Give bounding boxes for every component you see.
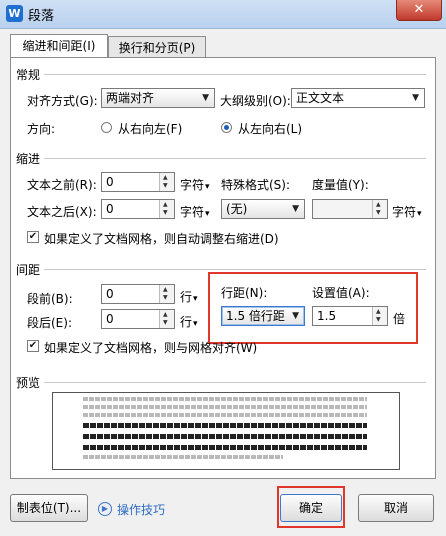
setting-value-unit: 倍 xyxy=(393,312,406,326)
spin-down-icon[interactable]: ▼ xyxy=(376,317,381,323)
special-format-label: 特殊格式(S): xyxy=(221,178,291,192)
outline-level-select[interactable]: 正文文本 ▼ xyxy=(291,88,425,108)
indent-before-value: 0 xyxy=(106,175,114,189)
dropdown-arrow-icon: ▼ xyxy=(412,93,419,103)
line-spacing-label: 行距(N): xyxy=(221,286,268,300)
snap-grid-label[interactable]: 如果定义了文档网格，则与网格对齐(W) xyxy=(44,339,257,356)
spin-up-icon[interactable]: ▲ xyxy=(163,202,168,208)
spin-down-icon[interactable]: ▼ xyxy=(376,210,381,216)
dropdown-arrow-icon: ▼ xyxy=(292,204,299,214)
outline-level-label: 大纲级别(O): xyxy=(220,94,291,108)
space-after-value: 0 xyxy=(106,312,114,326)
preview-prev-paragraph xyxy=(83,405,367,409)
section-general: 常规 xyxy=(16,68,41,82)
rtl-radio-label[interactable]: 从右向左(F) xyxy=(118,120,182,137)
space-before-value: 0 xyxy=(106,287,114,301)
space-after-label: 段后(E): xyxy=(27,316,72,330)
space-after-spinner[interactable]: 0 ▲ ▼ xyxy=(101,309,175,329)
spin-down-icon[interactable]: ▼ xyxy=(163,320,168,326)
tab-indent-spacing[interactable]: 缩进和间距(I) xyxy=(10,34,108,59)
setting-value: 1.5 xyxy=(317,309,337,323)
cancel-button[interactable]: 取消 xyxy=(358,494,434,522)
space-before-unit[interactable]: 行 xyxy=(180,288,198,305)
section-indent: 缩进 xyxy=(16,152,41,166)
window-title: 段落 xyxy=(28,9,55,24)
tips-link[interactable]: 操作技巧 xyxy=(117,501,165,518)
tab-stops-button[interactable]: 制表位(T)... xyxy=(10,494,88,522)
preview-current-paragraph xyxy=(83,423,367,428)
spin-up-icon[interactable]: ▲ xyxy=(376,202,381,208)
spin-buttons[interactable]: ▲ ▼ xyxy=(159,173,174,191)
divider xyxy=(44,269,426,270)
indent-before-label: 文本之前(R): xyxy=(27,178,97,192)
tips-icon[interactable]: ▶ xyxy=(98,502,112,516)
ltr-radio-label[interactable]: 从左向右(L) xyxy=(238,120,302,137)
preview-next-paragraph xyxy=(83,455,283,459)
app-icon: W xyxy=(6,5,23,22)
divider xyxy=(44,382,426,383)
title-bar xyxy=(0,0,446,29)
special-format-select[interactable]: (无) ▼ xyxy=(221,199,305,219)
divider xyxy=(44,158,426,159)
preview-current-paragraph xyxy=(83,445,367,450)
indent-after-spinner[interactable]: 0 ▲ ▼ xyxy=(101,199,175,219)
alignment-select[interactable]: 两端对齐 ▼ xyxy=(101,88,215,108)
tab-line-page-breaks[interactable]: 换行和分页(P) xyxy=(108,36,206,59)
spin-buttons[interactable]: ▲ ▼ xyxy=(159,200,174,218)
preview-current-paragraph xyxy=(83,434,367,439)
alignment-label: 对齐方式(G): xyxy=(27,94,98,108)
spin-buttons[interactable]: ▲ ▼ xyxy=(159,310,174,328)
preview-prev-paragraph xyxy=(83,413,367,417)
indent-after-value: 0 xyxy=(106,202,114,216)
special-format-value: (无) xyxy=(226,202,248,216)
section-preview: 预览 xyxy=(16,376,41,390)
spin-up-icon[interactable]: ▲ xyxy=(376,309,381,315)
alignment-value: 两端对齐 xyxy=(106,91,155,105)
ok-button[interactable]: 确定 xyxy=(280,494,342,522)
spin-down-icon[interactable]: ▼ xyxy=(163,183,168,189)
indent-before-unit[interactable]: 字符 xyxy=(180,176,210,193)
snap-grid-checkbox[interactable]: ✔ xyxy=(27,340,39,352)
rtl-radio[interactable] xyxy=(101,122,112,133)
direction-label: 方向: xyxy=(27,122,56,136)
dropdown-arrow-icon: ▼ xyxy=(202,93,209,103)
spin-buttons[interactable]: ▲ ▼ xyxy=(372,307,387,325)
spin-up-icon[interactable]: ▲ xyxy=(163,175,168,181)
setting-value-label: 设置值(A): xyxy=(312,286,370,300)
space-before-label: 段前(B): xyxy=(27,292,73,306)
line-spacing-value: 1.5 倍行距 xyxy=(226,309,285,323)
preview-prev-paragraph xyxy=(83,397,367,401)
spin-down-icon[interactable]: ▼ xyxy=(163,295,168,301)
auto-adjust-checkbox[interactable]: ✔ xyxy=(27,231,39,243)
indent-after-label: 文本之后(X): xyxy=(27,205,97,219)
setting-value-spinner[interactable]: 1.5 ▲ ▼ xyxy=(312,306,388,326)
indent-after-unit[interactable]: 字符 xyxy=(180,203,210,220)
spin-down-icon[interactable]: ▼ xyxy=(163,210,168,216)
line-spacing-select[interactable]: 1.5 倍行距 ▼ xyxy=(221,306,305,326)
spin-up-icon[interactable]: ▲ xyxy=(163,287,168,293)
spin-buttons[interactable]: ▲ ▼ xyxy=(159,285,174,303)
close-button[interactable]: ✕ xyxy=(396,0,442,21)
space-before-spinner[interactable]: 0 ▲ ▼ xyxy=(101,284,175,304)
auto-adjust-label[interactable]: 如果定义了文档网格，则自动调整右缩进(D) xyxy=(44,230,279,247)
measure-spinner[interactable]: ▲ ▼ xyxy=(312,199,388,219)
measure-label: 度量值(Y): xyxy=(312,178,369,192)
measure-unit[interactable]: 字符 xyxy=(392,203,422,220)
indent-before-spinner[interactable]: 0 ▲ ▼ xyxy=(101,172,175,192)
spin-up-icon[interactable]: ▲ xyxy=(163,312,168,318)
section-spacing: 间距 xyxy=(16,263,41,277)
space-after-unit[interactable]: 行 xyxy=(180,313,198,330)
ltr-radio[interactable] xyxy=(221,122,232,133)
dropdown-arrow-icon: ▼ xyxy=(292,311,299,321)
outline-level-value: 正文文本 xyxy=(296,91,345,105)
spin-buttons[interactable]: ▲ ▼ xyxy=(372,200,387,218)
divider xyxy=(44,74,426,75)
preview-box xyxy=(52,392,400,470)
